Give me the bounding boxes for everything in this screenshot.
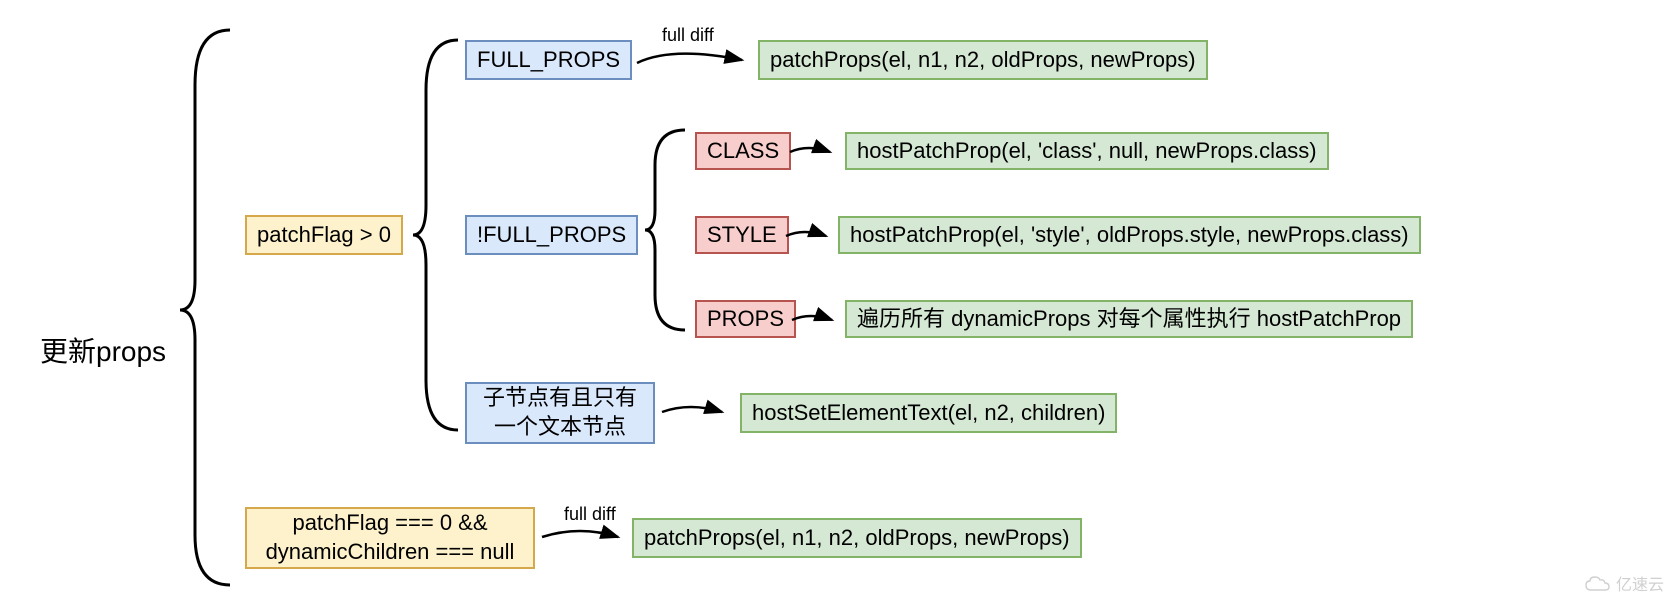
arrow-class: [788, 140, 838, 165]
result-text-child: hostSetElementText(el, n2, children): [740, 393, 1117, 433]
watermark: 亿速云: [1584, 571, 1664, 595]
cond-patchflag-gt0: patchFlag > 0: [245, 215, 403, 255]
watermark-text: 亿速云: [1616, 571, 1664, 595]
arrow-style: [784, 224, 834, 249]
arrow-props: [790, 308, 840, 333]
result-full-props: patchProps(el, n1, n2, oldProps, newProp…: [758, 40, 1208, 80]
label-full-diff-2: full diff: [564, 504, 616, 525]
arrow-text-child: [660, 400, 730, 425]
cond-patchflag-0: patchFlag === 0 && dynamicChildren === n…: [245, 507, 535, 569]
label-full-diff-1: full diff: [662, 25, 714, 46]
result-class: hostPatchProp(el, 'class', null, newProp…: [845, 132, 1329, 170]
notfull-bracket: [640, 125, 690, 335]
root-bracket: [175, 25, 235, 590]
branch-full-props: FULL_PROPS: [465, 40, 632, 80]
sub-style: STYLE: [695, 216, 789, 254]
cloud-icon: [1584, 574, 1610, 592]
cond1-bracket: [408, 35, 463, 435]
branch-text-child: 子节点有且只有一个文本节点: [465, 382, 655, 444]
sub-props: PROPS: [695, 300, 796, 338]
result-cond2: patchProps(el, n1, n2, oldProps, newProp…: [632, 518, 1082, 558]
arrow-cond2: [540, 525, 625, 550]
arrow-full-props: [632, 48, 752, 78]
branch-not-full-props: !FULL_PROPS: [465, 215, 638, 255]
result-props: 遍历所有 dynamicProps 对每个属性执行 hostPatchProp: [845, 300, 1413, 338]
root-label: 更新props: [40, 330, 166, 370]
result-style: hostPatchProp(el, 'style', oldProps.styl…: [838, 216, 1421, 254]
sub-class: CLASS: [695, 132, 791, 170]
